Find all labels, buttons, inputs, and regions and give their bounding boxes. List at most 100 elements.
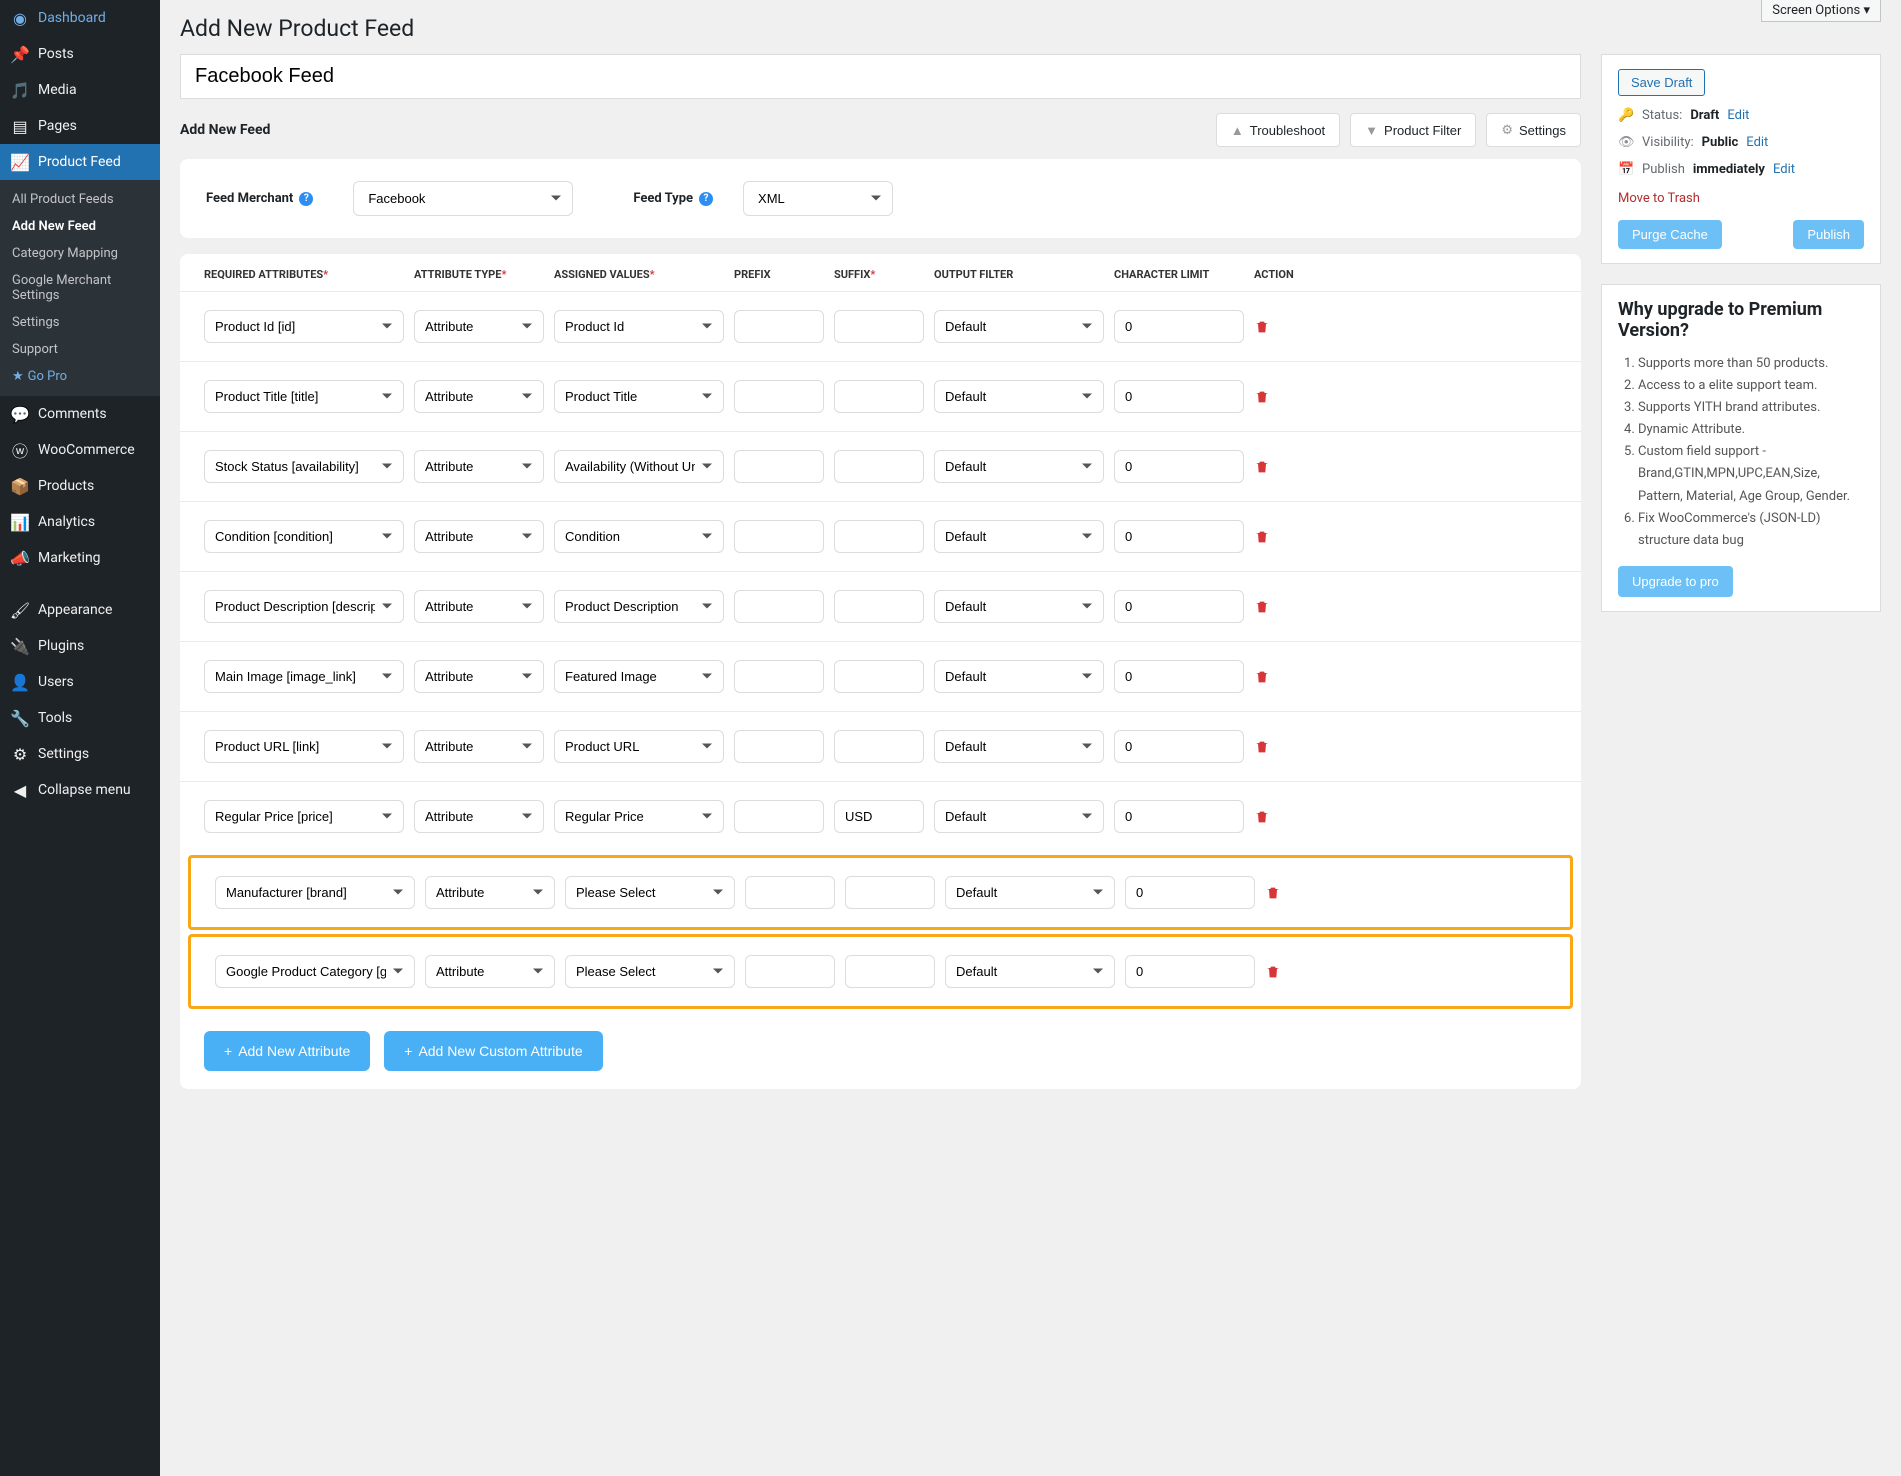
suffix-input[interactable] xyxy=(845,955,935,988)
delete-row-button[interactable] xyxy=(1254,599,1324,615)
add-custom-attribute-button[interactable]: +Add New Custom Attribute xyxy=(384,1031,602,1071)
delete-row-button[interactable] xyxy=(1254,529,1324,545)
sidebar-item-analytics[interactable]: 📊Analytics xyxy=(0,504,160,540)
output-filter-select[interactable]: Default xyxy=(934,450,1104,483)
submenu-all-feeds[interactable]: All Product Feeds xyxy=(0,186,160,213)
product-filter-button[interactable]: ▼Product Filter xyxy=(1350,113,1476,147)
submenu-google[interactable]: Google Merchant Settings xyxy=(0,267,160,309)
attribute-type-select[interactable]: Attribute xyxy=(414,380,544,413)
save-draft-button[interactable]: Save Draft xyxy=(1618,69,1705,96)
delete-row-button[interactable] xyxy=(1254,389,1324,405)
required-attribute-select[interactable]: Product Title [title] xyxy=(204,380,404,413)
char-limit-input[interactable] xyxy=(1125,955,1255,988)
suffix-input[interactable] xyxy=(834,520,924,553)
delete-row-button[interactable] xyxy=(1265,885,1335,901)
sidebar-item-comments[interactable]: 💬Comments xyxy=(0,396,160,432)
prefix-input[interactable] xyxy=(734,450,824,483)
move-to-trash-link[interactable]: Move to Trash xyxy=(1618,191,1700,206)
char-limit-input[interactable] xyxy=(1125,876,1255,909)
assigned-value-select[interactable]: Product Id xyxy=(554,310,724,343)
purge-cache-button[interactable]: Purge Cache xyxy=(1618,220,1722,249)
prefix-input[interactable] xyxy=(734,730,824,763)
suffix-input[interactable] xyxy=(834,800,924,833)
delete-row-button[interactable] xyxy=(1254,459,1324,475)
suffix-input[interactable] xyxy=(834,730,924,763)
settings-button[interactable]: ⚙Settings xyxy=(1486,113,1581,147)
sidebar-item-posts[interactable]: 📌Posts xyxy=(0,36,160,72)
output-filter-select[interactable]: Default xyxy=(934,730,1104,763)
output-filter-select[interactable]: Default xyxy=(934,380,1104,413)
submenu-support[interactable]: Support xyxy=(0,336,160,363)
char-limit-input[interactable] xyxy=(1114,520,1244,553)
assigned-value-select[interactable]: Condition xyxy=(554,520,724,553)
prefix-input[interactable] xyxy=(745,876,835,909)
sidebar-item-woo[interactable]: ⓦWooCommerce xyxy=(0,432,160,468)
attribute-type-select[interactable]: Attribute xyxy=(425,876,555,909)
screen-options-tab[interactable]: Screen Options ▾ xyxy=(1761,0,1881,22)
upgrade-to-pro-button[interactable]: Upgrade to pro xyxy=(1618,566,1733,597)
sidebar-item-dashboard[interactable]: ◉Dashboard xyxy=(0,0,160,36)
assigned-value-select[interactable]: Product Description xyxy=(554,590,724,623)
edit-publish-link[interactable]: Edit xyxy=(1773,162,1795,177)
feed-type-select[interactable]: XML xyxy=(743,181,893,216)
assigned-value-select[interactable]: Regular Price xyxy=(554,800,724,833)
sidebar-item-pages[interactable]: ▤Pages xyxy=(0,108,160,144)
submenu-gopro[interactable]: ★Go Pro xyxy=(0,363,160,390)
delete-row-button[interactable] xyxy=(1254,319,1324,335)
sidebar-item-users[interactable]: 👤Users xyxy=(0,664,160,700)
char-limit-input[interactable] xyxy=(1114,450,1244,483)
edit-visibility-link[interactable]: Edit xyxy=(1746,135,1768,150)
help-icon[interactable]: ? xyxy=(299,192,313,206)
assigned-value-select[interactable]: Please Select xyxy=(565,876,735,909)
attribute-type-select[interactable]: Attribute xyxy=(414,730,544,763)
troubleshoot-button[interactable]: ▲Troubleshoot xyxy=(1216,113,1340,147)
sidebar-item-tools[interactable]: 🔧Tools xyxy=(0,700,160,736)
feed-merchant-select[interactable]: Facebook xyxy=(353,181,573,216)
sidebar-item-plugins[interactable]: 🔌Plugins xyxy=(0,628,160,664)
attribute-type-select[interactable]: Attribute xyxy=(414,520,544,553)
sidebar-item-products[interactable]: 📦Products xyxy=(0,468,160,504)
attribute-type-select[interactable]: Attribute xyxy=(414,590,544,623)
required-attribute-select[interactable]: Google Product Category [google_product_… xyxy=(215,955,415,988)
char-limit-input[interactable] xyxy=(1114,590,1244,623)
char-limit-input[interactable] xyxy=(1114,730,1244,763)
assigned-value-select[interactable]: Product URL xyxy=(554,730,724,763)
submenu-settings[interactable]: Settings xyxy=(0,309,160,336)
output-filter-select[interactable]: Default xyxy=(934,660,1104,693)
sidebar-item-appearance[interactable]: 🖌Appearance xyxy=(0,592,160,628)
delete-row-button[interactable] xyxy=(1254,739,1324,755)
attribute-type-select[interactable]: Attribute xyxy=(425,955,555,988)
assigned-value-select[interactable]: Featured Image xyxy=(554,660,724,693)
edit-status-link[interactable]: Edit xyxy=(1727,108,1749,123)
char-limit-input[interactable] xyxy=(1114,380,1244,413)
output-filter-select[interactable]: Default xyxy=(934,520,1104,553)
sidebar-item-media[interactable]: 🎵Media xyxy=(0,72,160,108)
suffix-input[interactable] xyxy=(834,380,924,413)
required-attribute-select[interactable]: Condition [condition] xyxy=(204,520,404,553)
suffix-input[interactable] xyxy=(834,450,924,483)
required-attribute-select[interactable]: Main Image [image_link] xyxy=(204,660,404,693)
output-filter-select[interactable]: Default xyxy=(934,800,1104,833)
prefix-input[interactable] xyxy=(734,310,824,343)
prefix-input[interactable] xyxy=(734,590,824,623)
required-attribute-select[interactable]: Manufacturer [brand] xyxy=(215,876,415,909)
suffix-input[interactable] xyxy=(845,876,935,909)
assigned-value-select[interactable]: Please Select xyxy=(565,955,735,988)
assigned-value-select[interactable]: Product Title xyxy=(554,380,724,413)
output-filter-select[interactable]: Default xyxy=(945,876,1115,909)
prefix-input[interactable] xyxy=(734,800,824,833)
output-filter-select[interactable]: Default xyxy=(945,955,1115,988)
required-attribute-select[interactable]: Regular Price [price] xyxy=(204,800,404,833)
assigned-value-select[interactable]: Availability (Without Underscore) xyxy=(554,450,724,483)
delete-row-button[interactable] xyxy=(1254,669,1324,685)
required-attribute-select[interactable]: Product Id [id] xyxy=(204,310,404,343)
attribute-type-select[interactable]: Attribute xyxy=(414,800,544,833)
add-attribute-button[interactable]: +Add New Attribute xyxy=(204,1031,370,1071)
char-limit-input[interactable] xyxy=(1114,660,1244,693)
delete-row-button[interactable] xyxy=(1254,809,1324,825)
required-attribute-select[interactable]: Stock Status [availability] xyxy=(204,450,404,483)
publish-button[interactable]: Publish xyxy=(1793,220,1864,249)
output-filter-select[interactable]: Default xyxy=(934,590,1104,623)
char-limit-input[interactable] xyxy=(1114,800,1244,833)
attribute-type-select[interactable]: Attribute xyxy=(414,450,544,483)
